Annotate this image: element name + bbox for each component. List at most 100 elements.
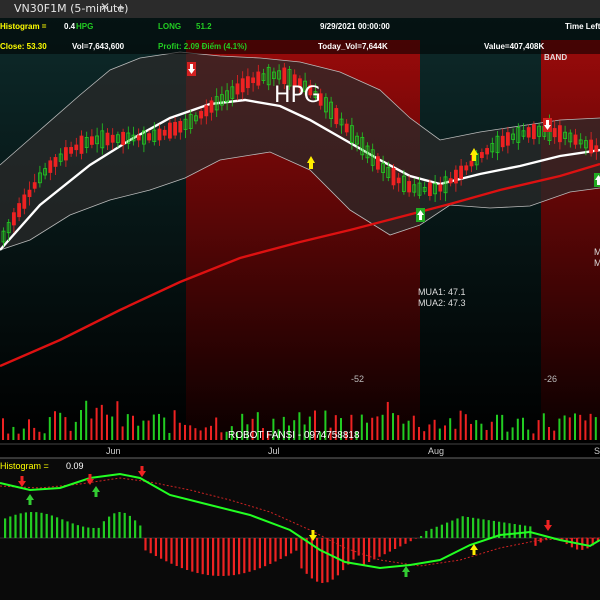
volume-bar <box>553 430 556 440</box>
volume-bar <box>74 421 77 440</box>
volume-bar <box>22 428 25 440</box>
histogram-bar <box>24 512 27 538</box>
histogram-bar <box>472 517 475 538</box>
candle-body <box>53 157 58 167</box>
histogram-bar <box>466 517 469 538</box>
volume-bar <box>548 426 550 440</box>
volume-bar <box>106 414 108 440</box>
volume-bar <box>132 415 134 440</box>
volume-bar <box>485 429 488 440</box>
histogram-bar <box>87 527 90 538</box>
candle-body <box>22 194 27 209</box>
histogram-bar <box>290 538 293 554</box>
histogram-bar <box>586 538 589 549</box>
candle-body <box>589 139 593 154</box>
time-left-label: Time Left <box>565 22 600 31</box>
candle-body <box>105 132 110 146</box>
volume-bar <box>12 426 15 440</box>
histogram-bar <box>435 526 438 538</box>
histogram-bar <box>108 516 111 538</box>
histogram-bar <box>477 518 480 538</box>
close-tab-icon[interactable]: ✕ <box>100 0 110 14</box>
x-axis-label-sep: S <box>594 446 600 456</box>
histogram-panel-label: Histogram = <box>0 461 49 471</box>
histogram-bar <box>305 538 308 574</box>
histogram-bar <box>71 523 74 538</box>
candle-body <box>136 135 141 141</box>
volume-bar <box>397 415 400 440</box>
histogram-bar <box>238 538 241 575</box>
candle-body <box>407 181 412 193</box>
candle-body <box>396 177 401 184</box>
volume-bar <box>215 417 218 440</box>
footer-label: ROBOT FANSI - 0974758818 <box>228 430 360 441</box>
volume-bar <box>17 433 20 440</box>
candle-body <box>464 165 469 171</box>
volume-bar <box>412 415 415 440</box>
histogram-bar <box>331 538 334 580</box>
volume-bar <box>43 433 46 440</box>
volume-bar <box>537 420 540 440</box>
candle-body <box>427 182 432 197</box>
histogram-bar <box>186 538 189 570</box>
volume-bar <box>428 424 431 440</box>
chart-canvas[interactable]: Histogram = 0.4 HPG LONG 51.2 9/29/2021 … <box>0 18 600 600</box>
histogram-bar <box>154 538 157 557</box>
bar-count-1: -52 <box>351 374 364 384</box>
histogram-bar <box>461 516 464 538</box>
histogram-bar <box>217 538 220 576</box>
close-price-label: Close: 53.30 <box>0 42 47 51</box>
candle-body <box>505 132 510 146</box>
volume-bar <box>189 425 192 440</box>
histogram-bar <box>134 520 137 538</box>
histogram-bar <box>4 518 7 538</box>
histogram-bar <box>232 538 235 576</box>
histogram-bar <box>113 513 116 538</box>
histogram-bar <box>128 515 131 538</box>
candle-body <box>173 121 178 136</box>
candle-body <box>48 160 53 173</box>
candle-body <box>79 135 84 154</box>
histogram-bar <box>243 538 246 574</box>
histogram-bar <box>316 538 319 582</box>
volume-bar <box>527 429 530 440</box>
volume-bar <box>220 432 223 440</box>
histogram-bar <box>414 538 417 539</box>
histogram-bar <box>284 538 287 557</box>
histogram-bar <box>102 521 105 538</box>
histogram-bar <box>274 538 277 562</box>
x-axis-label-aug: Aug <box>428 446 444 456</box>
histogram-bar <box>492 520 495 538</box>
volume-bar <box>100 404 103 440</box>
histogram-bar <box>487 520 490 538</box>
candle-body <box>235 83 240 95</box>
candle-body <box>532 124 536 140</box>
histogram-bar <box>394 538 397 549</box>
volume-bar <box>64 417 67 440</box>
histogram-bar <box>383 538 386 555</box>
volume-bar <box>111 416 114 440</box>
histogram-bar <box>430 528 433 538</box>
histogram-bar <box>279 538 282 559</box>
histogram-bar <box>456 518 459 538</box>
volume-bar <box>137 425 140 440</box>
chart-tab-title[interactable]: VN30F1M (5-minute) <box>14 2 128 15</box>
histogram-bar <box>66 521 69 538</box>
candle-body <box>391 168 396 186</box>
volume-bar <box>360 414 363 440</box>
histogram-bar <box>9 516 12 538</box>
volume-bar <box>584 420 587 440</box>
add-tab-icon[interactable]: + <box>116 1 125 14</box>
histogram-bar <box>45 513 48 538</box>
histogram-bar <box>513 524 516 538</box>
histogram-bar <box>149 538 152 554</box>
volume-bar <box>386 401 389 440</box>
volume-bar <box>371 417 374 440</box>
volume-bar <box>516 418 519 440</box>
volume-bar <box>438 428 441 440</box>
candle-body <box>256 71 261 86</box>
candle-body <box>552 128 557 138</box>
datetime-label: 9/29/2021 00:00:00 <box>320 22 390 31</box>
today-volume-label: Today_Vol=7,644K <box>318 42 388 51</box>
histogram-bar <box>503 522 506 538</box>
